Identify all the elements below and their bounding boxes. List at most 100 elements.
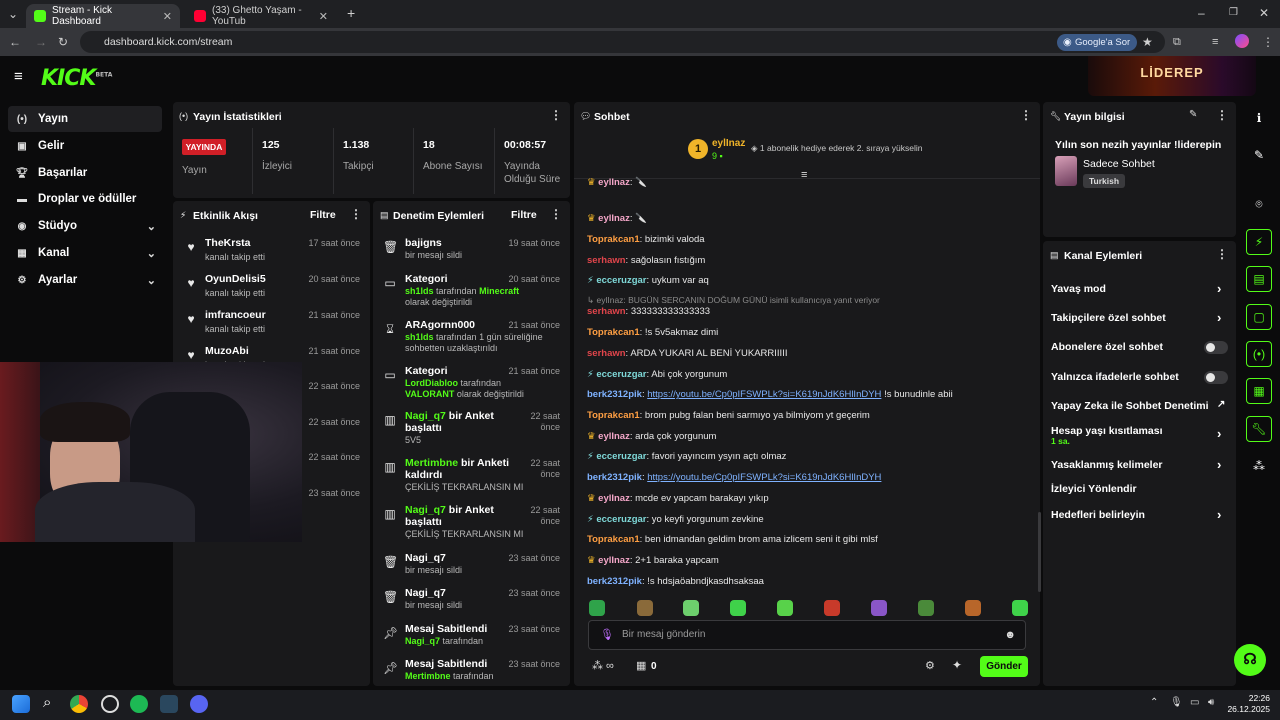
steam-icon[interactable] [160,695,178,713]
chat-username[interactable]: ecceruzgar [596,451,646,462]
emote-icon[interactable] [730,600,746,616]
sidebar-item-droplar[interactable]: ▬ Droplar ve ödüller [8,186,162,212]
emote-icon[interactable] [777,600,793,616]
external-link-icon[interactable]: ↗ [1217,399,1225,410]
broadcast-icon[interactable]: (•) [1246,341,1272,367]
pinned-toggle-icon[interactable]: ≡ [801,169,807,181]
chat-settings-icon[interactable]: ⚙ [925,659,935,672]
sidebar-item-studyo[interactable]: ◉ Stüdyo ⌄ [8,213,162,239]
chevron-right-icon[interactable]: › [1217,281,1221,296]
layout-icon[interactable]: ▦ [1246,378,1272,404]
more-vertical-icon[interactable]: ⋮ [550,108,562,122]
moderation-item[interactable]: ▥ Mertimbne bir Anketi kaldırdı ÇEKİLİŞ TE… [378,456,565,492]
mod-tools-icon[interactable]: ✦ [952,658,962,672]
chat-username[interactable]: ecceruzgar [596,275,646,286]
chat-username[interactable]: ecceruzgar [596,514,646,525]
chat-message[interactable]: berk2312pik: !s hdsjaöabndjkasdhsaksaa [587,576,764,587]
chat-username[interactable]: eylInaz [598,431,630,442]
emote-icon[interactable] [1012,600,1028,616]
chat-message[interactable]: ⚡︎ ecceruzgar: uykum var aq [587,275,709,286]
chat-message[interactable]: ♛ eylInaz: arda çok yorgunum [587,431,716,442]
chat-username[interactable]: berk2312pik [587,576,642,587]
windows-start-icon[interactable] [12,695,30,713]
maximize-icon[interactable]: ❐ [1229,6,1238,20]
emote-icon[interactable] [965,600,981,616]
more-vertical-icon[interactable]: ⋮ [550,207,562,221]
chat-username[interactable]: berk2312pik [587,389,642,400]
chat-username[interactable]: ecceruzgar [596,369,646,380]
microphone-icon[interactable]: 🎙︎ [1170,697,1183,708]
moderation-item[interactable]: ⌛︎ ARAgornn000 sh1lds tarafından 1 gün sür… [378,318,565,353]
chat-username[interactable]: eylInaz [598,555,630,566]
chevron-right-icon[interactable]: › [1217,426,1221,441]
emote-icon[interactable] [683,600,699,616]
chat-username[interactable]: serhawn [587,348,626,359]
moderation-item[interactable]: ▥ Nagi_q7 bir Anket başlattı 5V5 22 saat ön… [378,409,565,445]
activity-event[interactable]: ♥ TheKrsta kanalı takip etti 17 saat önce [178,237,365,269]
chevron-right-icon[interactable]: › [1217,310,1221,325]
emote-icon[interactable] [871,600,887,616]
forward-icon[interactable]: → [35,35,47,49]
focus-icon[interactable]: ⌾ [1246,191,1272,217]
chat-message[interactable]: Toprakcan1: bizimki valoda [587,234,705,245]
moderation-item[interactable]: ▭ Kategori LordDiabloo tarafından VALORANT… [378,364,565,399]
document-icon[interactable]: ▤ [1246,266,1272,292]
close-icon[interactable]: ✕ [319,10,328,23]
chat-message[interactable]: ⚡︎ ecceruzgar: favori yayıncım ysyın açt… [587,451,786,462]
chat-username[interactable]: berk2312pik [587,472,642,483]
stream-category[interactable]: Sadece Sohbet [1083,158,1155,170]
address-bar[interactable]: dashboard.kick.com/stream [80,31,1165,53]
kick-logo[interactable]: KICKBETA [41,66,112,91]
chat-message[interactable]: ⚡︎ ecceruzgar: Abi çok yorgunum [587,369,727,380]
search-icon[interactable]: ⌕ [43,694,51,711]
channel-action-label[interactable]: İzleyici Yönlendir [1051,483,1231,495]
support-headset-icon[interactable]: ☊ [1234,644,1266,676]
chat-username[interactable]: eylInaz [598,213,630,224]
chat-icon[interactable]: ▢ [1246,304,1272,330]
chat-message[interactable]: serhawn: ARDA YUKARI AL BENİ YUKARRIIIII [587,348,787,359]
chat-message[interactable]: serhawn: sağolasın fıstığım [587,255,705,266]
chat-username[interactable]: Toprakcan1 [587,410,640,421]
more-vertical-icon[interactable]: ⋮ [1020,108,1032,122]
activity-event[interactable]: ♥ OyunDelisi5 kanalı takip etti 20 saat önc… [178,273,365,305]
sidebar-item-yayin[interactable]: (•) Yayın [8,106,162,132]
more-vertical-icon[interactable]: ⋮ [1216,247,1228,261]
moderation-item[interactable]: 📌︎ Mesaj Sabitlendi Nagi_q7 tarafından 23 s… [378,622,565,656]
moderation-item[interactable]: ▭ Kategori sh1lds tarafından Minecraft ola… [378,272,565,307]
drops-icon[interactable]: ⁂ [1246,453,1272,479]
moderation-item[interactable]: ▥ Nagi_q7 bir Anket başlattı ÇEKİLİŞ TEKRA… [378,503,565,539]
category-thumbnail[interactable] [1055,156,1077,186]
edit-icon[interactable]: ✎ [1189,109,1197,120]
bolt-icon[interactable]: ⚡︎ [1246,229,1272,255]
chat-link[interactable]: https://youtu.be/Cp0pIFSWPLk?si=K619nJdK… [647,472,881,483]
app-icon[interactable] [101,695,119,713]
chat-message[interactable]: berk2312pik: https://youtu.be/Cp0pIFSWPL… [587,472,881,483]
chat-link[interactable]: https://youtu.be/Cp0pIFSWPLk?si=K619nJdK… [647,389,881,400]
spotify-icon[interactable] [130,695,148,713]
chat-message[interactable]: Toprakcan1: brom pubg falan beni sarmıyo… [587,410,870,421]
sidebar-item-basarilar[interactable]: 🏆︎ Başarılar [8,160,162,186]
sidebar-item-ayarlar[interactable]: ⚙ Ayarlar ⌄ [8,267,162,293]
chat-username[interactable]: Toprakcan1 [587,534,640,545]
channel-action-label[interactable]: Hesap yaşı kısıtlaması [1051,425,1231,437]
reload-icon[interactable]: ↻ [58,35,68,49]
bookmark-star-icon[interactable]: ★ [1142,35,1153,49]
moderation-item[interactable]: 🗑︎ Nagi_q7 bir mesajı sildi 23 saat önce [378,586,565,620]
pencil-icon[interactable]: ✎ [1246,142,1272,168]
google-ask-button[interactable]: ◉ Google'a Sor [1057,34,1138,51]
chrome-icon[interactable] [70,695,88,713]
chat-scrollbar[interactable] [1038,512,1041,592]
tab-youtube[interactable]: (33) Ghetto Yaşam - YouTub ✕ [186,4,336,28]
wrench-icon[interactable]: 🔧︎ [1246,416,1272,442]
language-tag[interactable]: Turkish [1083,174,1126,188]
new-tab-icon[interactable]: + [347,6,355,20]
emoji-icon[interactable]: ☻ [1004,621,1016,649]
tab-search-icon[interactable]: ⌄ [8,7,18,21]
moderation-item[interactable]: 📌︎ Mesaj Sabitlendi Mertimbne tarafından 23… [378,657,565,691]
filter-button[interactable]: Filtre [511,209,537,221]
taskbar-clock[interactable]: 22:26 26.12.2025 [1226,693,1270,715]
activity-event[interactable]: ♥ imfrancoeur kanalı takip etti 21 saat önc… [178,309,365,341]
channel-points-icon[interactable]: ⁂ ∞ [592,659,614,672]
sidebar-item-kanal[interactable]: ▦ Kanal ⌄ [8,240,162,266]
emote-icon[interactable] [589,600,605,616]
